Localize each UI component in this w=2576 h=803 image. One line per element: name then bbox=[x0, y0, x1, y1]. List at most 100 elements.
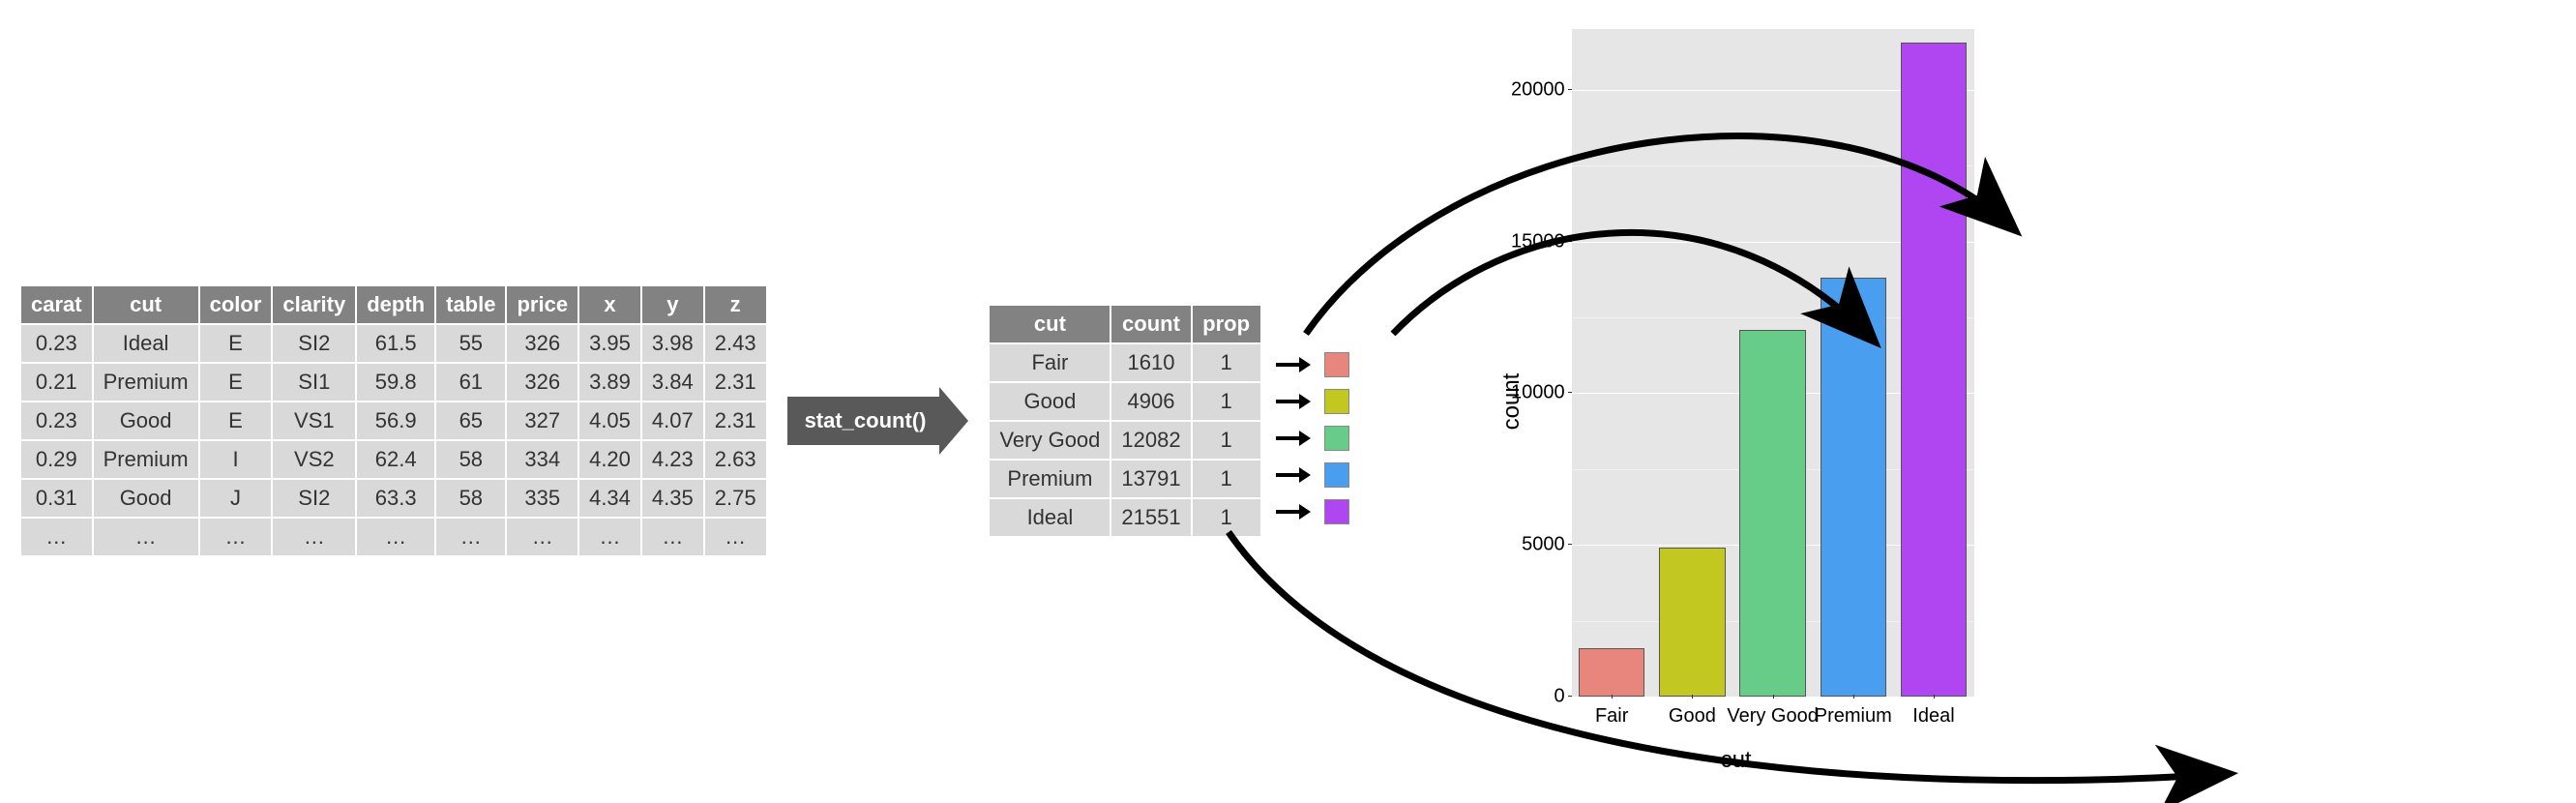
table-header: count bbox=[1111, 306, 1190, 342]
table-cell: 2.75 bbox=[705, 480, 766, 517]
table-cell: SI2 bbox=[273, 325, 355, 362]
swatch-column bbox=[1276, 304, 1349, 530]
table-cell: E bbox=[200, 325, 272, 362]
x-tick-label: Fair bbox=[1595, 705, 1628, 728]
table-cell: 1610 bbox=[1111, 344, 1190, 381]
table-cell: 12082 bbox=[1111, 422, 1190, 459]
table-header: carat bbox=[21, 286, 92, 323]
table-cell: VS2 bbox=[273, 441, 355, 478]
table-header: table bbox=[436, 286, 505, 323]
table-cell: 327 bbox=[507, 402, 577, 439]
table-cell: SI1 bbox=[273, 364, 355, 401]
table-row: ………………………… bbox=[21, 519, 766, 555]
table-row: 0.29PremiumIVS262.4583344.204.232.63 bbox=[21, 441, 766, 478]
table-cell: 4.20 bbox=[579, 441, 640, 478]
table-cell: 65 bbox=[436, 402, 505, 439]
x-tick-label: Very Good bbox=[1727, 705, 1819, 728]
table-row: Good49061 bbox=[990, 383, 1259, 420]
transform-label: stat_count() bbox=[787, 397, 940, 445]
y-tick-label: 0 bbox=[1501, 686, 1565, 708]
table-cell: 0.29 bbox=[21, 441, 92, 478]
color-swatch bbox=[1324, 462, 1349, 488]
table-cell: … bbox=[200, 519, 272, 555]
table-row: Premium137911 bbox=[990, 461, 1259, 497]
table-cell: Premium bbox=[94, 441, 198, 478]
table-cell: 4906 bbox=[1111, 383, 1190, 420]
table-cell: … bbox=[579, 519, 640, 555]
table-cell: 3.98 bbox=[642, 325, 703, 362]
table-row: 0.23IdealESI261.5553263.953.982.43 bbox=[21, 325, 766, 362]
table-cell: 3.95 bbox=[579, 325, 640, 362]
table-cell: Ideal bbox=[990, 499, 1110, 536]
table-cell: 2.31 bbox=[705, 364, 766, 401]
stat-table-group: cutcountprop Fair16101Good49061Very Good… bbox=[988, 304, 1348, 538]
x-tick-label: Ideal bbox=[1912, 705, 1954, 728]
table-cell: 0.23 bbox=[21, 325, 92, 362]
color-swatch bbox=[1324, 389, 1349, 414]
table-cell: 61.5 bbox=[357, 325, 434, 362]
y-tick-label: 15000 bbox=[1501, 230, 1565, 253]
table-row: Ideal215511 bbox=[990, 499, 1259, 536]
table-cell: Good bbox=[94, 402, 198, 439]
color-swatch bbox=[1324, 426, 1349, 451]
y-tick-label: 5000 bbox=[1501, 534, 1565, 556]
arrow-right-icon bbox=[1276, 502, 1315, 521]
table-cell: E bbox=[200, 364, 272, 401]
x-tick-label: Premium bbox=[1815, 705, 1892, 728]
table-header: clarity bbox=[273, 286, 355, 323]
table-cell: 4.23 bbox=[642, 441, 703, 478]
table-cell: 21551 bbox=[1111, 499, 1190, 536]
arrow-right-icon bbox=[1276, 429, 1315, 448]
color-swatch bbox=[1324, 499, 1349, 524]
table-cell: 55 bbox=[436, 325, 505, 362]
x-tick-label: Good bbox=[1669, 705, 1716, 728]
table-cell: Premium bbox=[990, 461, 1110, 497]
bar bbox=[1739, 330, 1805, 697]
table-cell: 4.34 bbox=[579, 480, 640, 517]
table-cell: … bbox=[642, 519, 703, 555]
table-cell: VS1 bbox=[273, 402, 355, 439]
table-header: color bbox=[200, 286, 272, 323]
table-cell: 0.21 bbox=[21, 364, 92, 401]
table-cell: E bbox=[200, 402, 272, 439]
table-cell: 56.9 bbox=[357, 402, 434, 439]
table-cell: 61 bbox=[436, 364, 505, 401]
table-header: x bbox=[579, 286, 640, 323]
bar-chart: count cut 05000100001500020000FairGoodVe… bbox=[1485, 19, 1988, 784]
table-cell: 4.07 bbox=[642, 402, 703, 439]
table-header: prop bbox=[1193, 306, 1260, 342]
swatch-row bbox=[1276, 383, 1349, 420]
table-row: 0.21PremiumESI159.8613263.893.842.31 bbox=[21, 364, 766, 401]
table-cell: 2.31 bbox=[705, 402, 766, 439]
table-cell: Ideal bbox=[94, 325, 198, 362]
table-cell: … bbox=[357, 519, 434, 555]
plot-area bbox=[1572, 29, 1974, 697]
table-cell: 0.23 bbox=[21, 402, 92, 439]
arrow-right-icon bbox=[1276, 465, 1315, 485]
table-cell: Fair bbox=[990, 344, 1110, 381]
table-cell: 3.84 bbox=[642, 364, 703, 401]
table-header: y bbox=[642, 286, 703, 323]
transform-arrow: stat_count() bbox=[787, 387, 969, 455]
table-cell: 4.35 bbox=[642, 480, 703, 517]
table-cell: 334 bbox=[507, 441, 577, 478]
table-cell: … bbox=[507, 519, 577, 555]
table-row: Fair16101 bbox=[990, 344, 1259, 381]
table-cell: 1 bbox=[1193, 344, 1260, 381]
table-cell: … bbox=[94, 519, 198, 555]
table-cell: … bbox=[21, 519, 92, 555]
table-cell: … bbox=[436, 519, 505, 555]
bar bbox=[1579, 648, 1644, 697]
table-cell: 13791 bbox=[1111, 461, 1190, 497]
swatch-row bbox=[1276, 346, 1349, 383]
table-row: Very Good120821 bbox=[990, 422, 1259, 459]
table-header: z bbox=[705, 286, 766, 323]
table-cell: 63.3 bbox=[357, 480, 434, 517]
table-cell: … bbox=[273, 519, 355, 555]
table-cell: 58 bbox=[436, 441, 505, 478]
table-cell: 326 bbox=[507, 364, 577, 401]
arrow-right-icon bbox=[1276, 392, 1315, 411]
raw-data-table: caratcutcolorclaritydepthtablepricexyz 0… bbox=[19, 284, 768, 557]
swatch-row bbox=[1276, 493, 1349, 530]
bar bbox=[1901, 43, 1967, 697]
